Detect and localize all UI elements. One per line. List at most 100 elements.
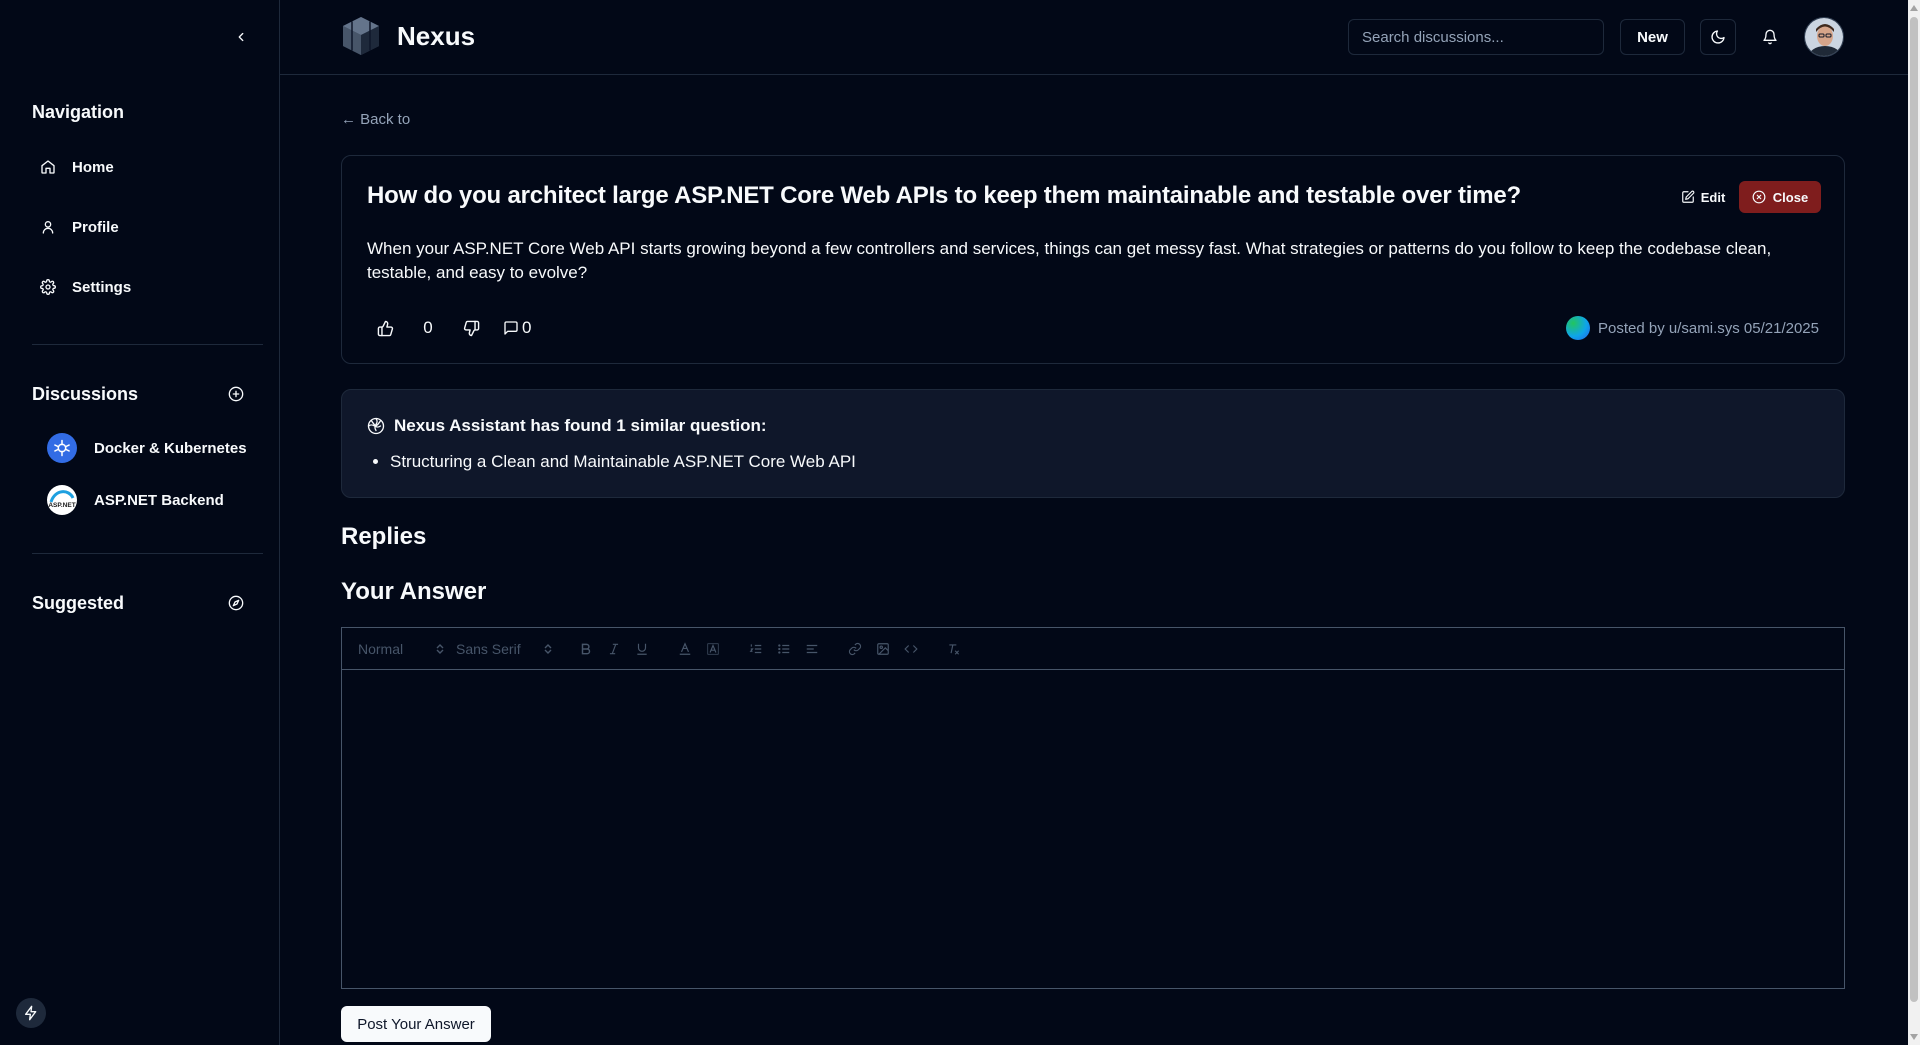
replies-title: Replies	[341, 523, 427, 550]
align-button[interactable]	[798, 637, 826, 661]
quick-action-button[interactable]	[16, 998, 46, 1028]
aspnet-logo-text: ASP.NET	[48, 502, 75, 509]
select-arrows-icon	[436, 643, 444, 654]
align-icon	[806, 644, 818, 653]
format-select-value: Normal	[358, 640, 404, 657]
background-color-button[interactable]	[699, 637, 727, 661]
compass-icon	[228, 595, 244, 611]
text-color-icon	[679, 641, 691, 655]
comments-button[interactable]: 0	[503, 318, 531, 338]
answer-text-area[interactable]	[342, 670, 1844, 988]
new-discussion-button[interactable]: New	[1620, 19, 1685, 55]
edit-label: Edit	[1700, 189, 1726, 205]
edit-icon	[1681, 190, 1695, 203]
close-question-button[interactable]: Close	[1739, 181, 1821, 213]
similar-question-link[interactable]: Structuring a Clean and Maintainable ASP…	[390, 452, 856, 472]
notifications-button[interactable]	[1752, 19, 1788, 55]
question-body: When your ASP.NET Core Web API starts gr…	[367, 239, 1772, 282]
plus-circle-icon	[228, 386, 244, 402]
clear-format-button[interactable]	[940, 637, 968, 661]
moon-icon	[1711, 30, 1725, 44]
nav-item-settings[interactable]: Settings	[40, 267, 260, 307]
discussion-label: ASP.NET Backend	[94, 491, 224, 509]
explore-suggested-button[interactable]	[226, 593, 246, 613]
discussion-label: Docker & Kubernetes	[94, 439, 247, 457]
home-icon	[40, 159, 56, 175]
vote-count: 0	[423, 318, 433, 337]
comment-count: 0	[522, 318, 532, 337]
ai-assistant-icon	[367, 417, 385, 435]
nav-item-home[interactable]: Home	[40, 147, 260, 187]
page-scrollbar[interactable]	[1908, 0, 1920, 1045]
nav-item-label: Settings	[72, 278, 132, 296]
link-button[interactable]	[841, 637, 869, 661]
thumbs-down-icon	[463, 320, 479, 336]
bell-icon	[1763, 29, 1777, 45]
bullet-list-button[interactable]	[770, 637, 798, 661]
comment-icon	[504, 321, 518, 335]
edit-button[interactable]: Edit	[1671, 181, 1735, 213]
nav-item-label: Home	[72, 158, 114, 176]
bold-icon	[581, 643, 591, 654]
discussion-item-aspnet[interactable]: ASP.NET ASP.NET Backend	[47, 484, 267, 516]
user-avatar[interactable]	[1804, 17, 1844, 57]
nav-item-profile[interactable]: Profile	[40, 207, 260, 247]
assistant-suggestions-card: Nexus Assistant has found 1 similar ques…	[341, 389, 1845, 498]
font-select[interactable]: Sans Serif	[456, 637, 552, 661]
link-icon	[848, 642, 862, 655]
code-button[interactable]	[897, 637, 925, 661]
italic-button[interactable]	[600, 637, 628, 661]
collapse-sidebar-button[interactable]	[231, 27, 251, 47]
bullet-list-icon	[778, 643, 790, 654]
scroll-down-icon[interactable]	[1910, 1032, 1918, 1042]
similar-questions-list: Structuring a Clean and Maintainable ASP…	[390, 452, 856, 472]
ordered-list-button[interactable]	[742, 637, 770, 661]
posted-by-text: Posted by u/sami.sys 05/21/2025	[1598, 319, 1819, 337]
kubernetes-icon	[47, 433, 77, 463]
assistant-heading-text: Nexus Assistant has found 1 similar ques…	[394, 416, 767, 435]
brand-name: Nexus	[397, 21, 476, 51]
underline-button[interactable]	[628, 637, 656, 661]
theme-toggle-button[interactable]	[1700, 19, 1736, 55]
font-select-value: Sans Serif	[456, 640, 521, 657]
italic-icon	[609, 643, 619, 654]
bolt-icon	[25, 1005, 37, 1021]
post-meta: Posted by u/sami.sys 05/21/2025	[1566, 313, 1819, 343]
avatar-photo	[1805, 18, 1843, 56]
text-color-button[interactable]	[671, 637, 699, 661]
downvote-button[interactable]	[453, 313, 489, 343]
format-select[interactable]: Normal	[358, 637, 444, 661]
assistant-heading: Nexus Assistant has found 1 similar ques…	[367, 416, 767, 436]
post-answer-button[interactable]: Post Your Answer	[341, 1006, 491, 1042]
image-button[interactable]	[869, 637, 897, 661]
code-icon	[904, 644, 918, 653]
ordered-list-icon	[749, 643, 762, 653]
image-icon	[877, 642, 889, 655]
nexus-logo-icon	[340, 15, 382, 57]
thumbs-up-icon	[377, 320, 393, 336]
add-discussion-button[interactable]	[226, 384, 246, 404]
answer-editor: Normal Sans Serif	[341, 627, 1845, 989]
poster-avatar[interactable]	[1566, 316, 1591, 340]
navigation-title: Navigation	[32, 102, 125, 122]
scroll-thumb[interactable]	[1910, 17, 1918, 1002]
scroll-up-icon[interactable]	[1910, 3, 1918, 13]
sidebar: Navigation Home Profile Settings Discuss…	[0, 0, 280, 1045]
discussions-title: Discussions	[32, 384, 139, 404]
gear-icon	[40, 279, 56, 295]
back-link[interactable]: ← Back to	[341, 111, 410, 128]
select-arrows-icon	[544, 643, 552, 654]
bold-button[interactable]	[572, 637, 600, 661]
sidebar-divider	[32, 344, 263, 345]
sidebar-divider	[32, 553, 263, 554]
upvote-button[interactable]	[367, 313, 403, 343]
search-input[interactable]	[1348, 19, 1604, 55]
discussion-item-docker[interactable]: Docker & Kubernetes	[47, 432, 267, 464]
aspnet-icon: ASP.NET	[47, 485, 77, 515]
chevron-left-icon	[238, 32, 244, 42]
clear-format-icon	[949, 643, 960, 655]
highlight-icon	[707, 642, 719, 655]
editor-toolbar: Normal Sans Serif	[342, 628, 1844, 670]
question-title: How do you architect large ASP.NET Core …	[367, 182, 1522, 209]
close-label: Close	[1772, 189, 1809, 205]
